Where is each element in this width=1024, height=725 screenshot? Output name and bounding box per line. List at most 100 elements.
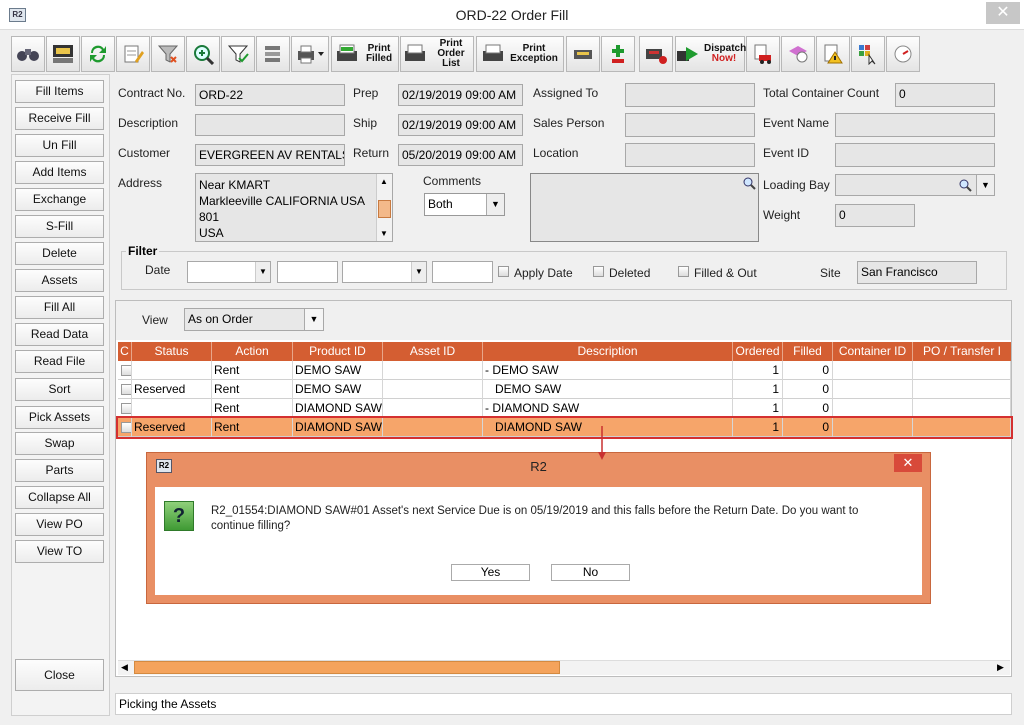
print-filled-button[interactable]: Print Filled xyxy=(331,36,399,72)
sidebar-button-assets[interactable]: Assets xyxy=(15,269,104,292)
date-to-select[interactable]: ▼ xyxy=(342,261,427,283)
address-scrollbar[interactable]: ▲ ▼ xyxy=(376,174,392,241)
assigned-to-field[interactable] xyxy=(625,83,755,107)
schedule-button[interactable] xyxy=(781,36,815,72)
contract-no-field[interactable]: ORD-22 xyxy=(195,84,345,106)
apply-date-checkbox[interactable] xyxy=(498,266,509,277)
scroll-left-icon[interactable]: ◀ xyxy=(121,662,128,673)
row-checkbox[interactable] xyxy=(118,380,132,399)
time-to-field[interactable] xyxy=(432,261,493,283)
warning-button[interactable] xyxy=(816,36,850,72)
scanner-button[interactable] xyxy=(566,36,600,72)
dispatch-now-button[interactable]: Dispatch Now! xyxy=(675,36,746,72)
loading-bay-field[interactable]: ▼ xyxy=(835,174,995,196)
col-header-container-id[interactable]: Container ID xyxy=(833,342,913,361)
row-checkbox[interactable] xyxy=(118,361,132,380)
sidebar-button-s-fill[interactable]: S-Fill xyxy=(15,215,104,238)
sidebar-button-add-items[interactable]: Add Items xyxy=(15,161,104,184)
gauge-button[interactable] xyxy=(886,36,920,72)
col-header-asset-id[interactable]: Asset ID xyxy=(383,342,483,361)
sidebar-button-fill-all[interactable]: Fill All xyxy=(15,296,104,319)
refresh-button[interactable] xyxy=(81,36,115,72)
sidebar-button-exchange[interactable]: Exchange xyxy=(15,188,104,211)
sales-person-field[interactable] xyxy=(625,113,755,137)
row-checkbox[interactable] xyxy=(118,399,132,418)
no-button[interactable]: No xyxy=(551,564,630,581)
row-checkbox-box[interactable] xyxy=(121,422,131,433)
row-checkbox-box[interactable] xyxy=(121,403,131,414)
cell-filled: 0 xyxy=(783,380,833,399)
view-select[interactable]: As on Order ▼ xyxy=(184,308,324,331)
location-field[interactable] xyxy=(625,143,755,167)
row-checkbox[interactable] xyxy=(118,418,132,437)
filled-out-checkbox[interactable] xyxy=(678,266,689,277)
hscroll-thumb[interactable] xyxy=(134,661,560,674)
col-header-ordered[interactable]: Ordered xyxy=(733,342,783,361)
chevron-down-icon[interactable]: ▼ xyxy=(976,175,994,195)
truck-doc-button[interactable] xyxy=(746,36,780,72)
sidebar-button-view-po[interactable]: View PO xyxy=(15,513,104,536)
col-header-status[interactable]: Status xyxy=(132,342,212,361)
print-order-list-button[interactable]: Print Order List xyxy=(400,36,474,72)
sidebar-button-read-data[interactable]: Read Data xyxy=(15,323,104,346)
print-dropdown-button[interactable] xyxy=(291,36,329,72)
comments-select[interactable]: Both ▼ xyxy=(424,193,505,216)
sidebar-button-receive-fill[interactable]: Receive Fill xyxy=(15,107,104,130)
prep-field[interactable]: 02/19/2019 09:00 AM xyxy=(398,84,523,106)
customer-field[interactable]: EVERGREEN AV RENTALS xyxy=(195,144,345,166)
col-header-c[interactable]: C xyxy=(118,342,132,361)
sidebar-button-view-to[interactable]: View TO xyxy=(15,540,104,563)
close-button[interactable]: Close xyxy=(15,659,104,691)
col-header-po-transfer[interactable]: PO / Transfer I xyxy=(913,342,1011,361)
sidebar-button-read-file[interactable]: Read File xyxy=(15,350,104,373)
documents-button[interactable] xyxy=(256,36,290,72)
pick-button[interactable] xyxy=(46,36,80,72)
col-header-action[interactable]: Action xyxy=(212,342,293,361)
sidebar-button-swap[interactable]: Swap xyxy=(15,432,104,455)
alert-scan-button[interactable] xyxy=(639,36,673,72)
return-field[interactable]: 05/20/2019 09:00 AM xyxy=(398,144,523,166)
scroll-thumb[interactable] xyxy=(378,200,391,218)
comments-select-value: Both xyxy=(428,197,453,211)
date-from-select[interactable]: ▼ xyxy=(187,261,271,283)
sidebar-button-parts[interactable]: Parts xyxy=(15,459,104,482)
filter-button[interactable] xyxy=(151,36,185,72)
print-exception-button[interactable]: Print Exception xyxy=(476,36,564,72)
comments-field[interactable] xyxy=(530,173,759,242)
calendar-clock-icon xyxy=(789,46,808,63)
add-remove-button[interactable] xyxy=(601,36,635,72)
binoculars-button[interactable] xyxy=(11,36,45,72)
event-name-field[interactable] xyxy=(835,113,995,137)
col-header-product-id[interactable]: Product ID xyxy=(293,342,383,361)
col-header-description[interactable]: Description xyxy=(483,342,733,361)
row-checkbox-box[interactable] xyxy=(121,365,131,376)
sidebar-button-delete[interactable]: Delete xyxy=(15,242,104,265)
grid-select-button[interactable] xyxy=(851,36,885,72)
filter-check-button[interactable] xyxy=(221,36,255,72)
address-field[interactable]: Near KMART Markleeville CALIFORNIA USA 8… xyxy=(195,173,393,242)
cell-ordered: 1 xyxy=(733,399,783,418)
row-checkbox-box[interactable] xyxy=(121,384,131,395)
dialog-close-button[interactable]: ✕ xyxy=(894,454,922,472)
sidebar-button-collapse-all[interactable]: Collapse All xyxy=(15,486,104,509)
sidebar-button-sort[interactable]: Sort xyxy=(15,378,104,401)
zoom-button[interactable] xyxy=(186,36,220,72)
scroll-right-icon[interactable]: ▶ xyxy=(997,662,1004,673)
window-close-button[interactable]: ✕ xyxy=(986,2,1020,24)
event-id-field[interactable] xyxy=(835,143,995,167)
print-exception-label: Print Exception xyxy=(510,43,558,64)
sidebar-button-pick-assets[interactable]: Pick Assets xyxy=(15,406,104,429)
deleted-checkbox[interactable] xyxy=(593,266,604,277)
site-field[interactable]: San Francisco xyxy=(857,261,977,284)
ship-field[interactable]: 02/19/2019 09:00 AM xyxy=(398,114,523,136)
col-header-filled[interactable]: Filled xyxy=(783,342,833,361)
sidebar-button-fill-items[interactable]: Fill Items xyxy=(15,80,104,103)
yes-button[interactable]: Yes xyxy=(451,564,530,581)
cell-po-transfer xyxy=(913,418,1011,437)
weight-field[interactable]: 0 xyxy=(835,204,915,227)
time-from-field[interactable] xyxy=(277,261,338,283)
description-field[interactable] xyxy=(195,114,345,136)
edit-notes-button[interactable] xyxy=(116,36,150,72)
total-container-field[interactable]: 0 xyxy=(895,83,995,107)
sidebar-button-un-fill[interactable]: Un Fill xyxy=(15,134,104,157)
